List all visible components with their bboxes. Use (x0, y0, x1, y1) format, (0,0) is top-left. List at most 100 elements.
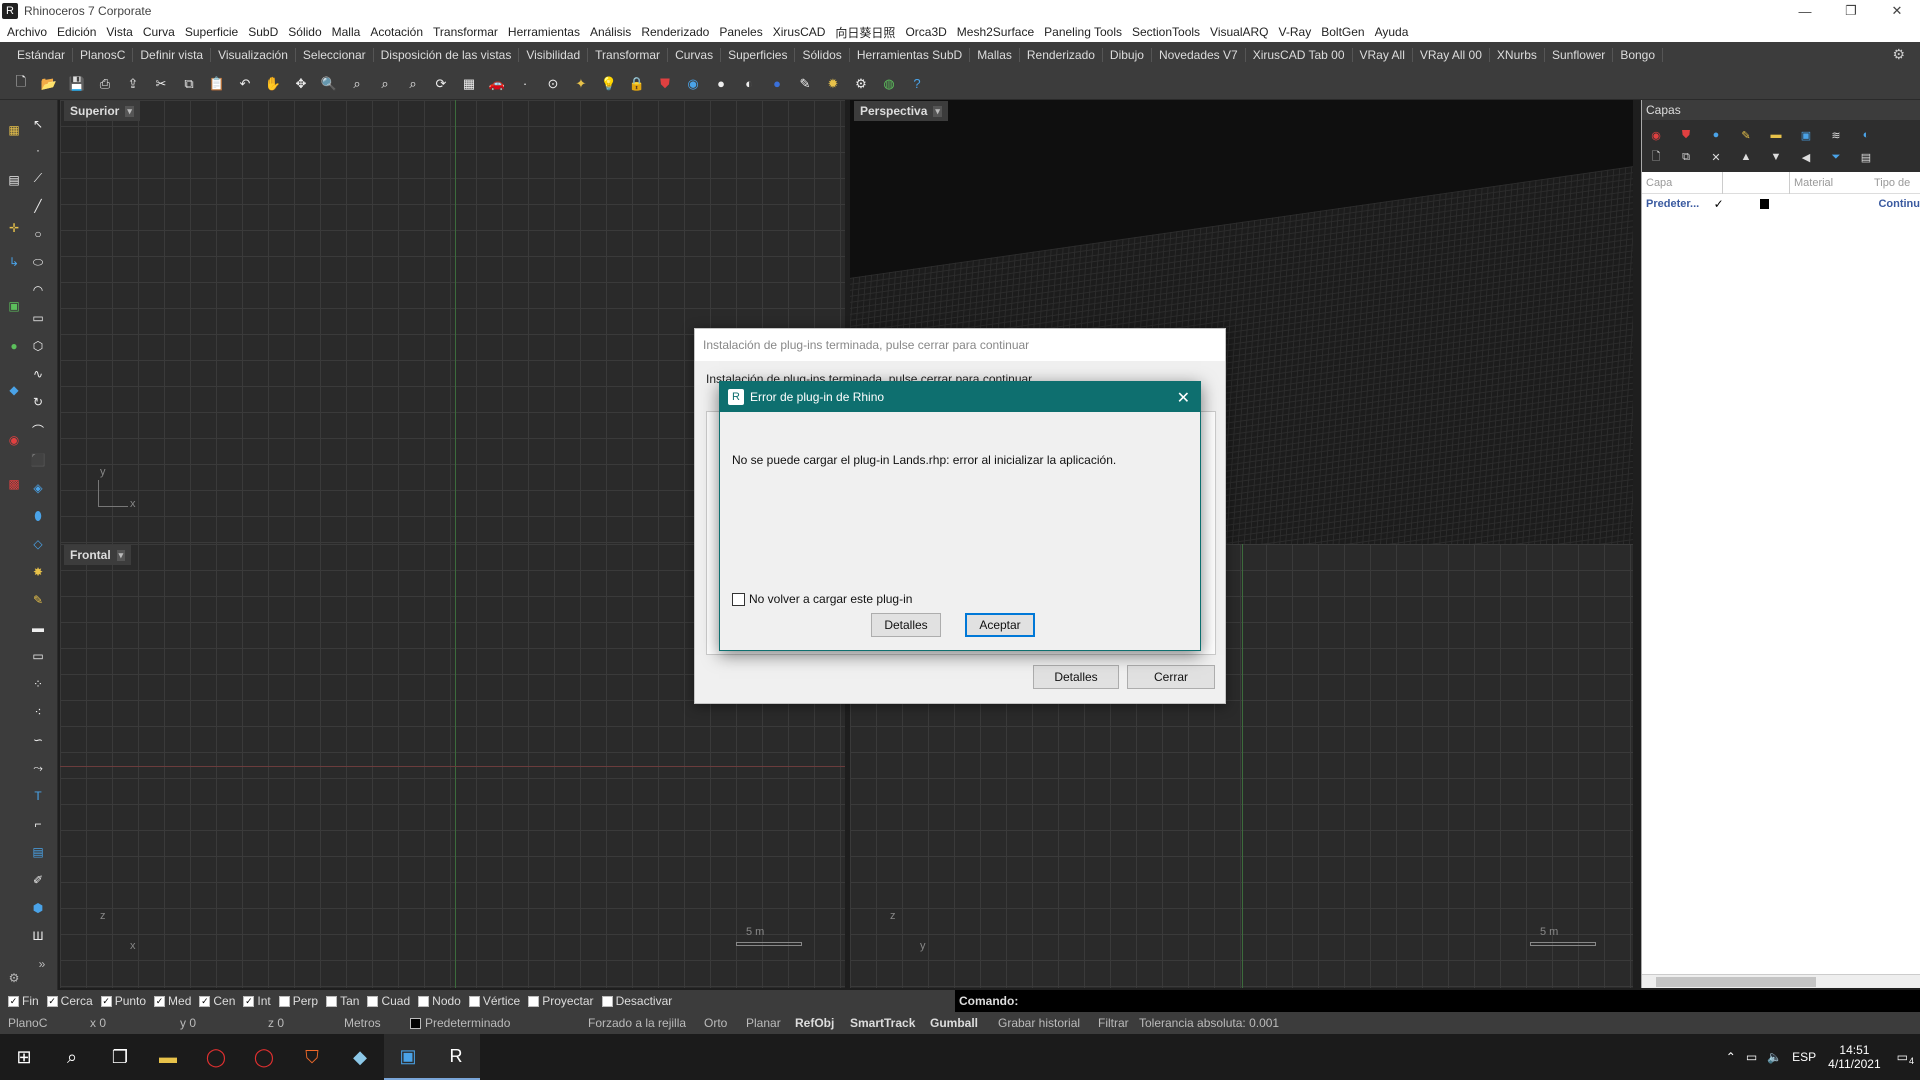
status-smarttrack[interactable]: SmartTrack (850, 1016, 915, 1030)
checkbox-icon[interactable]: ✓ (8, 995, 19, 1007)
move-parent-icon[interactable]: ◀ (1796, 148, 1816, 166)
edit-points-icon[interactable]: ✎ (28, 590, 48, 610)
solid-union-icon[interactable]: ◈ (28, 478, 48, 498)
menu-malla[interactable]: Malla (332, 25, 361, 39)
print-icon[interactable]: ⎙ (94, 73, 116, 95)
tab-estandar[interactable]: Estándar (10, 48, 74, 62)
osnap-perp[interactable]: Perp (278, 994, 318, 1008)
tab-mallas[interactable]: Mallas (970, 48, 1020, 62)
clock[interactable]: 14:51 4/11/2021 (1828, 1043, 1881, 1071)
menu-renderizado[interactable]: Renderizado (641, 25, 709, 39)
point-tool-icon[interactable]: · (28, 140, 48, 160)
brush-icon[interactable]: ✎ (1736, 126, 1756, 144)
zoom-selected-icon[interactable]: ⌕ (402, 73, 424, 95)
layer-states-icon[interactable]: ▤ (1856, 148, 1876, 166)
tray-chevron-up-icon[interactable]: ⌃ (1726, 1050, 1736, 1064)
tab-xiruscad-00[interactable]: XirusCAD Tab 00 (1246, 48, 1353, 62)
pan-hand-icon[interactable]: ✋ (262, 73, 284, 95)
options-icon[interactable]: ⚙ (850, 73, 872, 95)
menu-curva[interactable]: Curva (143, 25, 175, 39)
curve-edit-icon[interactable]: ∽ (28, 730, 48, 750)
opera-gx-icon[interactable]: ◯ (192, 1034, 240, 1080)
tab-vray-all[interactable]: VRay All (1353, 48, 1413, 62)
four-views-icon[interactable]: ▦ (458, 73, 480, 95)
zoom-window-icon[interactable]: ⌕ (346, 73, 368, 95)
trim-tool-icon[interactable]: ▭ (28, 646, 48, 666)
menu-mesh2surface[interactable]: Mesh2Surface (957, 25, 1034, 39)
palette-icon[interactable]: ▩ (4, 474, 24, 494)
tab-renderizado[interactable]: Renderizado (1020, 48, 1103, 62)
material-icon[interactable]: ● (1706, 126, 1726, 144)
tab-transformar[interactable]: Transformar (588, 48, 669, 62)
surface-icon[interactable]: ◆ (4, 380, 24, 400)
sun-gear-icon[interactable]: ✹ (822, 73, 844, 95)
osnap-proyectar[interactable]: Proyectar (528, 994, 594, 1008)
layer-color-swatch[interactable] (1759, 199, 1769, 209)
tab-disposicion[interactable]: Disposición de las vistas (374, 48, 520, 62)
menu-vray[interactable]: V-Ray (1279, 25, 1312, 39)
open-folder-icon[interactable]: 📂 (38, 73, 60, 95)
tab-planosc[interactable]: PlanosC (73, 48, 134, 62)
move-up-icon[interactable]: ▲ (1736, 148, 1756, 166)
transform-tool-icon[interactable]: ✸ (28, 562, 48, 582)
dont-load-checkbox[interactable]: No volver a cargar este plug-in (732, 592, 912, 606)
command-line[interactable]: Comando: (955, 990, 1920, 1012)
column-layer[interactable]: Capa (1642, 177, 1722, 189)
app-icon[interactable]: ◆ (336, 1034, 384, 1080)
dimension-tool-icon[interactable]: ⌐ (28, 814, 48, 834)
osnap-med[interactable]: ✓ Med (154, 994, 191, 1008)
select-arrow-icon[interactable]: ↖ (28, 114, 48, 134)
polygon-tool-icon[interactable]: ⬡ (28, 336, 48, 356)
tab-superficies[interactable]: Superficies (721, 48, 796, 62)
network-icon[interactable]: ▭ (1746, 1050, 1757, 1064)
menu-archivo[interactable]: Archivo (7, 25, 47, 39)
close-window-button[interactable]: ✕ (1874, 0, 1920, 22)
split-tool-icon[interactable]: ▬ (28, 618, 48, 638)
tab-dibujo[interactable]: Dibujo (1103, 48, 1152, 62)
checkbox-icon[interactable] (601, 995, 613, 1007)
menu-edicion[interactable]: Edición (57, 25, 96, 39)
viewport-front-label[interactable]: Frontal ▾ (64, 545, 132, 565)
rotate-view-icon[interactable]: ⟳ (430, 73, 452, 95)
menu-paneles[interactable]: Paneles (719, 25, 762, 39)
undo-icon[interactable]: ↶ (234, 73, 256, 95)
paste-icon[interactable]: 📋 (206, 73, 228, 95)
maximize-button[interactable]: ❐ (1828, 0, 1874, 22)
layer-name[interactable]: Predeter... (1642, 198, 1714, 210)
chevron-down-icon[interactable]: ▾ (933, 105, 942, 117)
arc-tool-icon[interactable]: ◠ (28, 280, 48, 300)
checkbox-icon[interactable] (278, 995, 290, 1007)
menu-sunshine[interactable]: 向日葵日照 (835, 24, 895, 41)
cylinder-tool-icon[interactable]: ⬮ (28, 506, 48, 526)
viewport-top-label[interactable]: Superior ▾ (64, 101, 140, 121)
cut-icon[interactable]: ✂ (150, 73, 172, 95)
shaded-sphere-icon[interactable]: ● (710, 73, 732, 95)
menu-boltgen[interactable]: BoltGen (1321, 25, 1364, 39)
osnap-cen[interactable]: ✓ Cen (199, 994, 235, 1008)
menu-visualarq[interactable]: VisualARQ (1210, 25, 1268, 39)
new-sublayer-icon[interactable]: ⧉ (1676, 148, 1696, 166)
menu-sectiontools[interactable]: SectionTools (1132, 25, 1200, 39)
menu-herramientas[interactable]: Herramientas (508, 25, 580, 39)
rendered-sphere-icon[interactable]: ◐ (738, 73, 760, 95)
array-tool-icon[interactable]: ⁘ (28, 674, 48, 694)
fillet-icon[interactable]: ⌒ (28, 420, 48, 440)
globe-icon[interactable]: ◍ (878, 73, 900, 95)
tab-curvas[interactable]: Curvas (668, 48, 722, 62)
notification-icon[interactable]: ▭ 4 (1897, 1050, 1914, 1066)
tab-visualizacion[interactable]: Visualización (211, 48, 296, 62)
current-layer-check-icon[interactable]: ✓ (1714, 197, 1760, 211)
blend-tool-icon[interactable]: ⤳ (28, 758, 48, 778)
move-icon[interactable]: ✥ (290, 73, 312, 95)
layer-row[interactable]: Predeter... ✓ Continu (1642, 194, 1920, 214)
drafting-tool-icon[interactable]: Ш (28, 926, 48, 946)
freeform-icon[interactable]: ↻ (28, 392, 48, 412)
scrollbar-thumb[interactable] (1656, 977, 1816, 987)
opera-icon[interactable]: ◯ (240, 1034, 288, 1080)
language-indicator[interactable]: ESP (1792, 1050, 1816, 1064)
status-gumball[interactable]: Gumball (930, 1016, 978, 1030)
rectangle-tool-icon[interactable]: ▭ (28, 308, 48, 328)
status-units[interactable]: Metros (344, 1016, 381, 1030)
menu-subd[interactable]: SubD (248, 25, 278, 39)
checkbox-icon[interactable] (468, 995, 480, 1007)
